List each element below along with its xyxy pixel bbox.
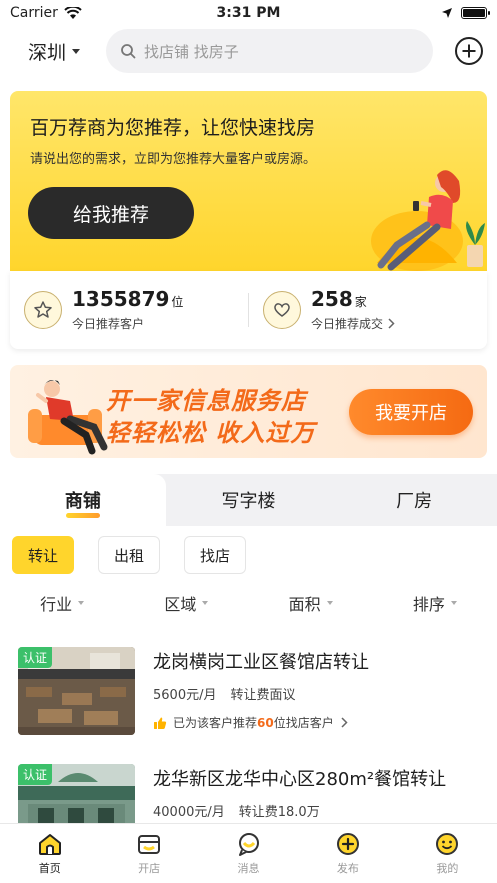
store-icon [138, 834, 161, 854]
add-icon[interactable] [455, 37, 483, 65]
chevron-down-icon [78, 601, 85, 605]
filter-industry[interactable]: 行业 [0, 586, 124, 620]
top-bar: 深圳 找店铺 找房子 [0, 28, 497, 74]
nav-home[interactable]: 首页 [0, 824, 99, 883]
listing-price: 5600元/月 [153, 688, 217, 703]
reco-count: 60 [257, 716, 274, 730]
tab-label: 厂房 [396, 491, 433, 512]
battery-icon [461, 7, 490, 19]
nav-open-store[interactable]: 开店 [99, 824, 198, 883]
chevron-down-icon [326, 601, 333, 605]
nav-label: 发布 [336, 861, 359, 875]
listing-transfer-fee: 转让费18.0万 [238, 805, 320, 820]
listing-title: 龙华新区龙华中心区280m²餐馆转让 [153, 769, 447, 790]
nav-label: 首页 [38, 861, 61, 875]
filter-label: 行业 [40, 595, 73, 614]
stat-unit: 位 [171, 294, 184, 309]
thumbs-up-icon [154, 717, 167, 729]
stat-label: 今日推荐客户 [72, 316, 145, 331]
stats-card: 1355879 位 今日推荐客户 258 家 今日推荐成交 [10, 271, 487, 349]
battery-level [463, 9, 485, 17]
nav-label: 消息 [237, 861, 260, 875]
message-icon [238, 832, 259, 856]
home-icon [38, 833, 61, 855]
search-input[interactable]: 找店铺 找房子 [106, 29, 433, 73]
tab-factories[interactable]: 厂房 [331, 474, 497, 526]
reco-prefix: 已为该客户推荐 [173, 716, 258, 730]
stat-unit: 家 [354, 294, 367, 309]
search-icon [121, 44, 136, 59]
banner-subtitle: 请说出您的需求，立即为您推荐大量客户或房源。 [30, 152, 317, 167]
listing-price: 40000元/月 [153, 805, 225, 820]
chip-find-store[interactable]: 找店 [184, 536, 246, 574]
chevron-right-icon [388, 317, 395, 329]
nav-label: 我的 [436, 861, 459, 875]
listing-thumbnail: 认证 [18, 647, 135, 735]
filter-label: 面积 [288, 595, 321, 614]
listing-recommendation[interactable]: 已为该客户推荐60位找店客户 [153, 714, 480, 731]
bottom-nav: 首页 开店 消息 发布 我的 [0, 823, 497, 883]
filter-sort[interactable]: 排序 [373, 586, 497, 620]
filter-bar: 行业 区域 面积 排序 [0, 586, 497, 620]
recommend-button[interactable]: 给我推荐 [28, 187, 194, 239]
status-bar: Carrier 3:31 PM [0, 0, 497, 26]
chip-transfer[interactable]: 转让 [12, 536, 74, 574]
search-placeholder: 找店铺 找房子 [144, 42, 239, 61]
wifi-icon [64, 6, 82, 19]
heart-icon [263, 291, 301, 329]
chevron-down-icon [450, 601, 457, 605]
nav-profile[interactable]: 我的 [398, 824, 497, 883]
carrier-label: Carrier [10, 5, 58, 21]
reco-suffix: 位找店客户 [273, 716, 334, 730]
profile-icon [436, 832, 459, 855]
status-time: 3:31 PM [216, 5, 281, 21]
city-label: 深圳 [28, 41, 67, 64]
open-store-promo[interactable]: 开一家信息服务店 轻轻松松 收入过万 我要开店 [10, 365, 487, 458]
stat-recommended-customers: 1355879 位 今日推荐客户 [10, 271, 248, 349]
tab-shops[interactable]: 商铺 [0, 474, 166, 526]
filter-label: 区域 [164, 595, 197, 614]
verified-badge: 认证 [18, 647, 53, 668]
tab-label: 商铺 [64, 491, 101, 512]
chevron-down-icon [72, 48, 81, 54]
location-arrow-icon [442, 8, 452, 18]
category-tabs: 商铺 写字楼 厂房 [0, 474, 497, 526]
nav-messages[interactable]: 消息 [199, 824, 298, 883]
active-tab-indicator [65, 513, 100, 518]
promo-headline: 开一家信息服务店 [106, 387, 306, 415]
nav-publish[interactable]: 发布 [298, 824, 397, 883]
filter-label: 排序 [412, 595, 445, 614]
filter-size[interactable]: 面积 [249, 586, 373, 620]
chevron-down-icon [202, 601, 209, 605]
listing-transfer-fee: 转让费面议 [230, 688, 296, 703]
listing-title: 龙岗横岗工业区餐馆店转让 [153, 652, 369, 673]
nav-label: 开店 [138, 861, 161, 875]
verified-badge: 认证 [18, 764, 53, 785]
chevron-right-icon [341, 717, 348, 728]
recommend-banner: 百万荐商为您推荐，让您快速找房 请说出您的需求，立即为您推荐大量客户或房源。 给… [10, 91, 487, 271]
stat-number: 258 [311, 286, 353, 311]
stat-label: 今日推荐成交 [311, 316, 384, 331]
listing-type-chips: 转让 出租 找店 [12, 536, 246, 574]
filter-area[interactable]: 区域 [124, 586, 248, 620]
stat-recommended-deals[interactable]: 258 家 今日推荐成交 [249, 271, 487, 349]
promo-subheadline: 轻轻松松 收入过万 [106, 419, 316, 447]
star-icon [24, 291, 62, 329]
tab-offices[interactable]: 写字楼 [166, 474, 332, 526]
list-item[interactable]: 认证 龙岗横岗工业区餐馆店转让 5600元/月 转让费面议 已为该客户推荐60位… [18, 647, 480, 737]
chip-rent[interactable]: 出租 [98, 536, 160, 574]
man-on-sofa-illustration [28, 380, 108, 455]
publish-icon [336, 832, 359, 855]
open-store-button[interactable]: 我要开店 [349, 389, 473, 435]
banner-title: 百万荐商为您推荐，让您快速找房 [30, 117, 316, 139]
tab-label: 写字楼 [221, 491, 276, 512]
city-selector[interactable]: 深圳 [28, 38, 106, 65]
stat-number: 1355879 [72, 286, 170, 311]
woman-on-sofa-illustration [371, 170, 485, 271]
